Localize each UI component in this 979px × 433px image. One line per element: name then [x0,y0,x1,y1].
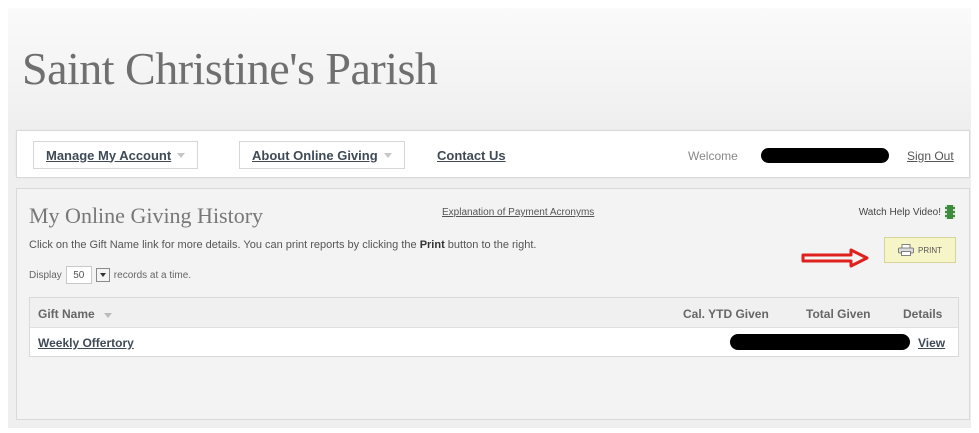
instructions-bold: Print [419,239,445,251]
top-nav: Manage My Account About Online Giving Co… [16,130,970,178]
film-icon [945,205,955,219]
col-details: Details [903,307,943,321]
help-video-label: Watch Help Video! [858,206,941,218]
records-select[interactable]: 50 [65,266,92,284]
records-dropdown-button[interactable] [95,268,110,282]
red-arrow-icon [801,248,871,273]
welcome-text: Welcome [688,149,738,163]
records-per-page: Display 50 records at a time. [29,266,191,284]
col-total-given: Total Given [806,307,871,321]
manage-account-menu[interactable]: Manage My Account [33,141,199,169]
page-title: My Online Giving History [29,203,264,228]
table-header: Gift Name Cal. YTD Given Total Given Det… [30,298,958,328]
site-header: Saint Christine's Parish [8,8,971,120]
sort-icon [104,313,113,318]
table-row: Weekly Offertory View [30,328,958,356]
view-details-link[interactable]: View [918,336,945,350]
about-giving-menu[interactable]: About Online Giving [239,141,405,169]
site-title: Saint Christine's Parish [22,43,438,94]
print-label: PRINT [918,245,942,255]
help-video-link[interactable]: Watch Help Video! [859,205,955,219]
redacted-amounts [730,334,910,350]
chevron-down-icon [99,273,106,277]
chevron-down-icon [383,152,392,158]
chevron-down-icon [177,152,186,158]
printer-icon [898,244,914,256]
giving-history-panel: My Online Giving History Explanation of … [16,188,970,420]
instructions-post: button to the right. [444,239,537,251]
instructions-pre: Click on the Gift Name link for more det… [29,239,420,251]
col-gift-name[interactable]: Gift Name [38,307,113,321]
gift-name-link[interactable]: Weekly Offertory [38,336,134,350]
about-giving-label: About Online Giving [252,147,378,163]
display-suffix: records at a time. [113,269,192,281]
instructions-text: Click on the Gift Name link for more det… [29,239,536,251]
redacted-username [761,148,889,163]
print-button[interactable]: PRINT [884,237,956,263]
giving-table: Gift Name Cal. YTD Given Total Given Det… [29,297,959,357]
col-cal-ytd: Cal. YTD Given [683,307,769,321]
sign-out-link[interactable]: Sign Out [907,149,954,163]
display-label: Display [29,269,62,281]
payment-acronyms-link[interactable]: Explanation of Payment Acronyms [442,207,594,218]
manage-account-label: Manage My Account [46,147,172,163]
col-gift-name-label: Gift Name [38,307,95,321]
contact-us-link[interactable]: Contact Us [437,148,506,163]
